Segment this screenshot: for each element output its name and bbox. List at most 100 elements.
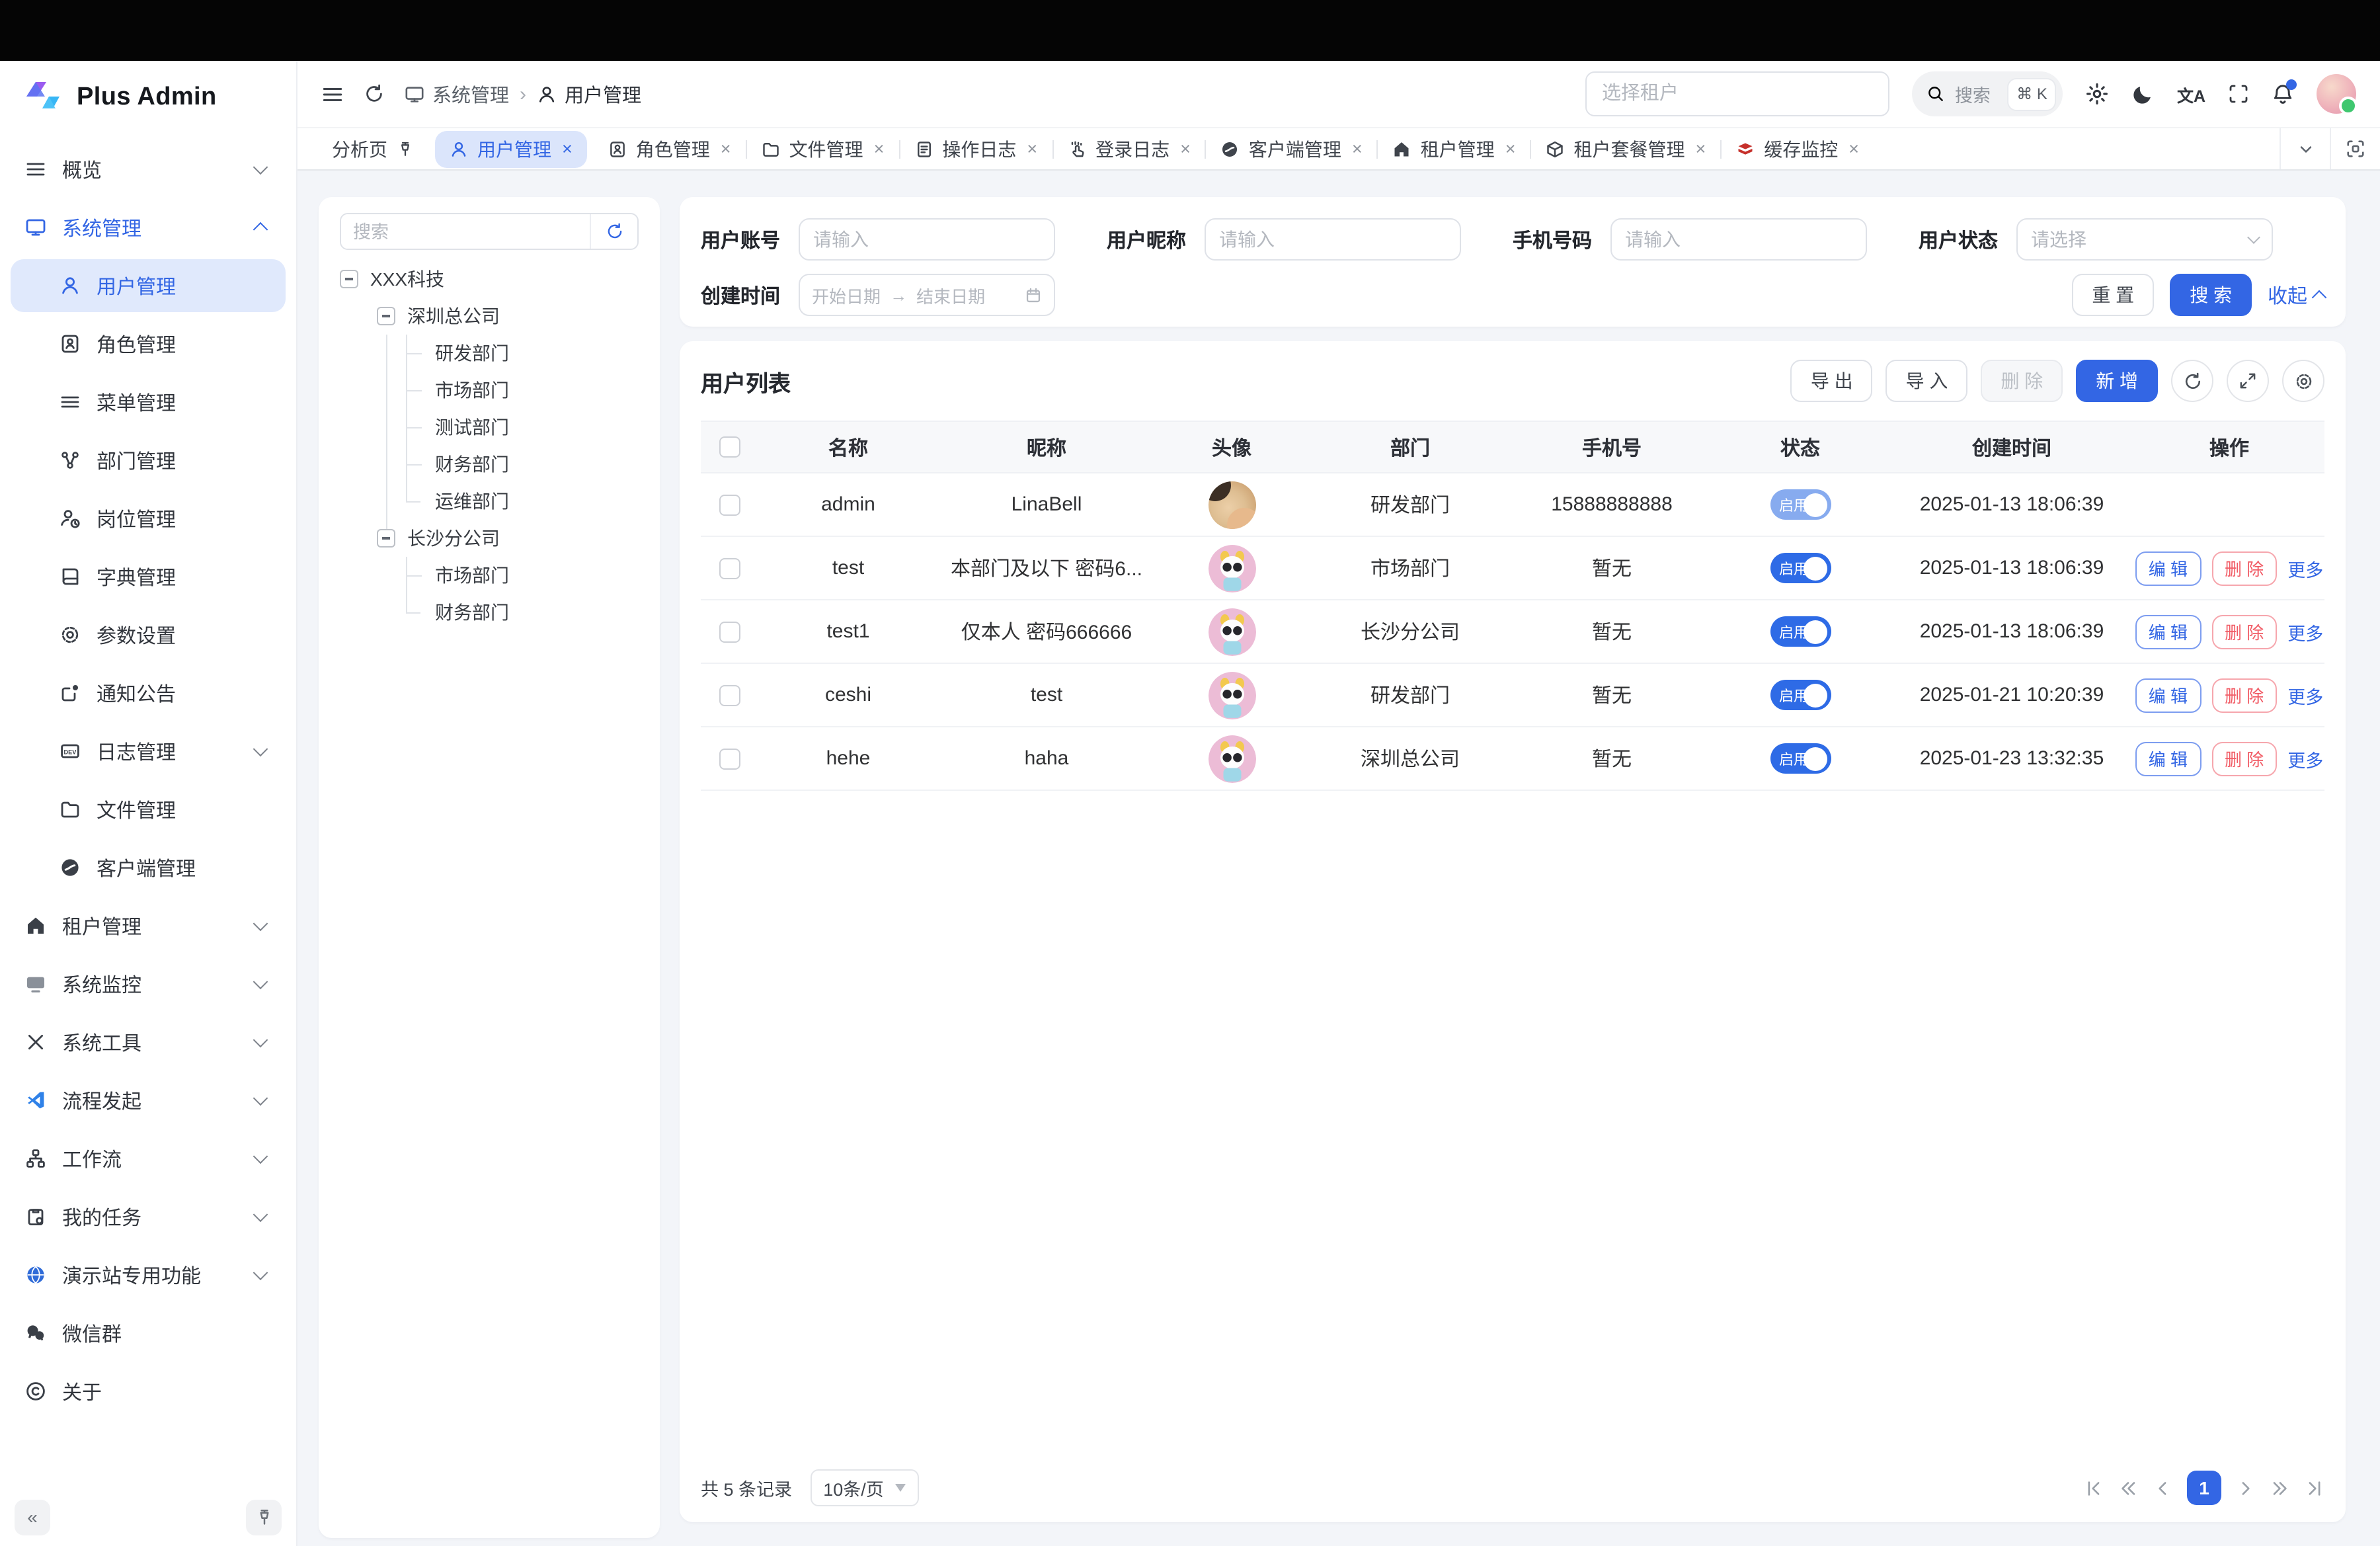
sidebar-item-client-management[interactable]: 客户端管理 [11,841,286,894]
tree-node-dept[interactable]: 运维部门 [340,483,639,520]
tree-node-company[interactable]: 长沙分公司 [340,520,639,557]
nickname-input[interactable] [1205,218,1461,261]
collapse-filters-link[interactable]: 收起 [2268,281,2324,309]
tree-node-company[interactable]: 深圳总公司 [340,298,639,335]
tab-login-log[interactable]: 登录日志 × [1053,128,1205,169]
edit-button[interactable]: 编 辑 [2135,741,2201,776]
reset-button[interactable]: 重 置 [2072,274,2154,316]
close-icon[interactable]: × [1027,140,1037,158]
column-header-nickname[interactable]: 昵称 [937,433,1156,461]
export-button[interactable]: 导 出 [1791,360,1873,402]
forward-5-pages-icon[interactable] [2270,1478,2290,1498]
column-header-actions[interactable]: 操作 [2134,433,2324,461]
sidebar-item-tenant-management[interactable]: 租户管理 [11,899,286,952]
tree-node-dept[interactable]: 市场部门 [340,557,639,594]
tree-collapse-icon[interactable] [377,529,395,548]
breadcrumb-section[interactable]: 系统管理 [405,80,509,108]
sidebar-item-system-management[interactable]: 系统管理 [11,201,286,254]
status-toggle[interactable]: 启用 [1770,616,1831,647]
column-header-phone[interactable]: 手机号 [1513,433,1711,461]
sidebar-item-dictionary-management[interactable]: 字典管理 [11,550,286,603]
status-toggle[interactable]: 启用 [1770,553,1831,583]
column-header-avatar[interactable]: 头像 [1156,433,1308,461]
tree-node-root[interactable]: XXX科技 [340,261,639,298]
search-button[interactable]: 搜 索 [2170,274,2252,316]
tab-tenant-management[interactable]: 租户管理 × [1378,128,1530,169]
dark-mode-moon-icon[interactable] [2132,83,2155,105]
column-header-status[interactable]: 状态 [1711,433,1889,461]
sidebar-item-parameter-settings[interactable]: 参数设置 [11,608,286,661]
sidebar-item-wechat-group[interactable]: 微信群 [11,1307,286,1360]
row-checkbox[interactable] [719,748,740,769]
edit-button[interactable]: 编 辑 [2135,551,2201,585]
expand-table-icon[interactable] [2227,360,2269,402]
close-icon[interactable]: × [1180,140,1191,158]
translate-icon[interactable]: 文A [2177,81,2205,106]
next-page-icon[interactable] [2236,1478,2256,1498]
tree-node-dept[interactable]: 财务部门 [340,594,639,631]
tree-refresh-icon[interactable] [590,214,637,249]
tabs-dropdown-chevron-icon[interactable] [2280,128,2330,169]
column-settings-gear-icon[interactable] [2282,360,2324,402]
tab-operation-log[interactable]: 操作日志 × [900,128,1052,169]
current-page[interactable]: 1 [2187,1471,2221,1505]
close-icon[interactable]: × [1695,140,1706,158]
notification-bell-icon[interactable] [2272,83,2294,105]
first-page-icon[interactable] [2084,1478,2104,1498]
row-checkbox[interactable] [719,684,740,706]
status-toggle[interactable]: 启用 [1770,489,1831,520]
back-5-pages-icon[interactable] [2118,1478,2138,1498]
column-header-name[interactable]: 名称 [759,433,937,461]
tenant-select[interactable] [1586,71,1890,116]
sidebar-item-menu-management[interactable]: 菜单管理 [11,376,286,428]
tab-analysis[interactable]: 分析页 [317,128,428,169]
close-icon[interactable]: × [1505,140,1516,158]
more-button[interactable]: 更多 [2287,745,2323,772]
tab-tenant-package-management[interactable]: 租户套餐管理 × [1531,128,1720,169]
tab-file-management[interactable]: 文件管理 × [747,128,899,169]
fullscreen-icon[interactable] [2228,83,2249,104]
previous-page-icon[interactable] [2153,1478,2172,1498]
close-icon[interactable]: × [721,140,731,158]
delete-row-button[interactable]: 删 除 [2211,551,2277,585]
tree-node-dept[interactable]: 市场部门 [340,372,639,409]
pin-sidebar-button[interactable] [246,1499,282,1535]
more-button[interactable]: 更多 [2287,618,2323,645]
delete-row-button[interactable]: 删 除 [2211,741,2277,776]
select-all-checkbox[interactable] [719,436,740,458]
sidebar-item-process-initiation[interactable]: 流程发起 [11,1074,286,1127]
tree-node-dept[interactable]: 研发部门 [340,335,639,372]
tab-cache-monitor[interactable]: 缓存监控 × [1722,128,1874,169]
delete-row-button[interactable]: 删 除 [2211,614,2277,649]
status-toggle[interactable]: 启用 [1770,680,1831,710]
breadcrumb-current[interactable]: 用户管理 [537,80,641,108]
sidebar-item-file-management[interactable]: 文件管理 [11,783,286,836]
last-page-icon[interactable] [2305,1478,2324,1498]
sidebar-item-overview[interactable]: 概览 [11,143,286,196]
pin-icon[interactable] [397,140,414,157]
more-button[interactable]: 更多 [2287,555,2323,581]
sidebar-item-notice-announcement[interactable]: 通知公告 [11,667,286,719]
refresh-page-icon[interactable] [364,83,385,104]
delete-row-button[interactable]: 删 除 [2211,678,2277,712]
edit-button[interactable]: 编 辑 [2135,678,2201,712]
sidebar-item-department-management[interactable]: 部门管理 [11,434,286,487]
hamburger-menu-icon[interactable] [321,83,344,105]
close-icon[interactable]: × [1848,140,1859,158]
collapse-sidebar-button[interactable]: « [15,1499,50,1535]
tree-search-input[interactable] [341,214,590,249]
sidebar-item-user-management[interactable]: 用户管理 [11,259,286,312]
row-checkbox[interactable] [719,494,740,515]
page-size-select[interactable]: 10条/页 [811,1469,919,1506]
phone-input[interactable] [1610,218,1867,261]
status-toggle[interactable]: 启用 [1770,743,1831,774]
edit-button[interactable]: 编 辑 [2135,614,2201,649]
sidebar-item-role-management[interactable]: 角色管理 [11,317,286,370]
sidebar-item-demo-features[interactable]: 演示站专用功能 [11,1248,286,1301]
tree-node-dept[interactable]: 财务部门 [340,446,639,483]
tab-user-management[interactable]: 用户管理 × [435,130,587,167]
close-icon[interactable]: × [1352,140,1363,158]
status-select[interactable]: 请选择 [2016,218,2273,261]
add-button[interactable]: 新 增 [2076,360,2158,402]
tab-role-management[interactable]: 角色管理 × [594,128,746,169]
